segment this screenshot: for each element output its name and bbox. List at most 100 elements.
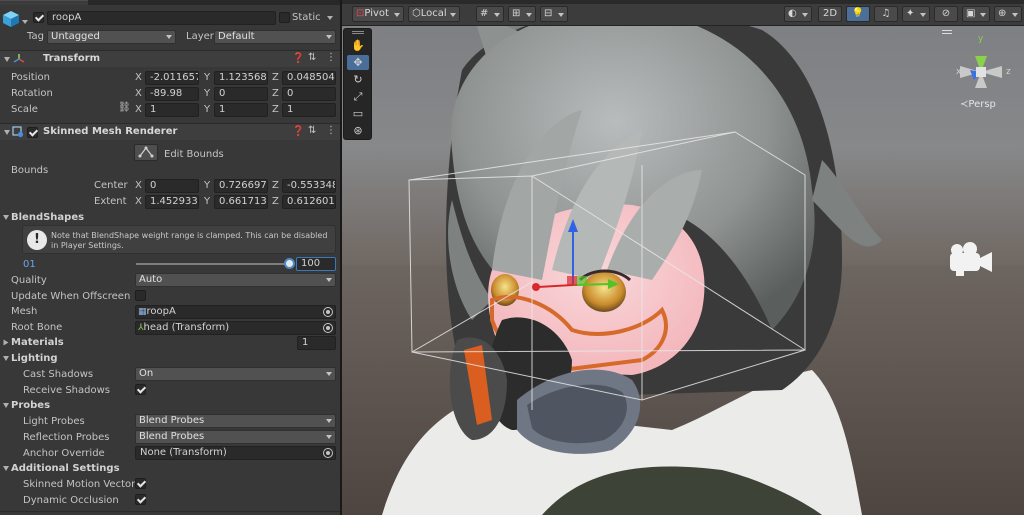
overlay-drag-handle[interactable]: [352, 31, 364, 34]
extent-y-label[interactable]: Y: [204, 196, 210, 207]
presets-icon[interactable]: ⇅: [308, 125, 316, 136]
cast-shadows-dropdown[interactable]: On: [135, 367, 336, 381]
dynamic-occlusion-checkbox[interactable]: [135, 494, 146, 505]
materials-label[interactable]: Materials: [11, 337, 64, 348]
rotate-tool-button[interactable]: ↻: [347, 72, 369, 87]
smr-enabled-checkbox[interactable]: [27, 127, 38, 138]
grid-visibility-button[interactable]: ⊞: [508, 6, 536, 22]
position-x-label[interactable]: X: [135, 72, 142, 83]
help-icon[interactable]: ❓: [292, 126, 304, 137]
persp-label[interactable]: ≺Persp: [960, 99, 996, 110]
position-z-label[interactable]: Z: [272, 72, 279, 83]
root-bone-object-field[interactable]: ⅄head (Transform): [135, 321, 336, 335]
quality-dropdown[interactable]: Auto: [135, 273, 336, 287]
position-x-input[interactable]: -2.011657e: [145, 71, 199, 85]
center-z-label[interactable]: Z: [272, 180, 279, 191]
scale-z-label[interactable]: Z: [272, 104, 279, 115]
reflection-probes-dropdown[interactable]: Blend Probes: [135, 430, 336, 444]
extent-z-label[interactable]: Z: [272, 196, 279, 207]
hand-tool-button[interactable]: ✋: [347, 38, 369, 53]
move-tool-button[interactable]: ✥: [347, 55, 369, 70]
anchor-override-object-field[interactable]: None (Transform): [135, 446, 336, 460]
camera-settings-button[interactable]: ▣: [962, 6, 990, 22]
materials-foldout-icon[interactable]: [3, 339, 9, 346]
gizmo-menu-icon[interactable]: [942, 30, 952, 34]
lighting-foldout-icon[interactable]: [3, 356, 9, 361]
more-menu-icon[interactable]: ⋮: [326, 52, 336, 63]
edit-bounds-button[interactable]: [134, 144, 158, 161]
lighting-label[interactable]: Lighting: [11, 353, 58, 364]
tag-dropdown[interactable]: Untagged: [47, 30, 176, 44]
rotation-x-label[interactable]: X: [135, 88, 142, 99]
active-checkbox[interactable]: [33, 12, 44, 23]
transform-tool-button[interactable]: ⊛: [347, 123, 369, 138]
extent-y-input[interactable]: 0.6617131: [214, 195, 268, 209]
link-icon[interactable]: ⛓: [118, 102, 131, 113]
hidden-objects-toggle[interactable]: ⊘: [934, 6, 958, 22]
light-probes-dropdown[interactable]: Blend Probes: [135, 414, 336, 428]
center-y-label[interactable]: Y: [204, 180, 210, 191]
probes-label[interactable]: Probes: [11, 400, 50, 411]
smr-header[interactable]: Skinned Mesh Renderer ❓ ⇅ ⋮: [0, 123, 340, 140]
audio-toggle[interactable]: ♫: [874, 6, 898, 22]
more-menu-icon[interactable]: ⋮: [326, 125, 336, 136]
rotation-y-label[interactable]: Y: [204, 88, 210, 99]
center-x-input[interactable]: 0: [145, 179, 199, 193]
position-y-input[interactable]: 1.123568: [214, 71, 268, 85]
scale-y-input[interactable]: 1: [214, 103, 268, 117]
probes-foldout-icon[interactable]: [3, 403, 9, 408]
pivot-toggle[interactable]: ⊡Pivot: [352, 6, 404, 22]
layer-dropdown[interactable]: Default: [214, 30, 336, 44]
center-z-input[interactable]: -0.553348: [282, 179, 336, 193]
object-name-input[interactable]: roopA: [47, 11, 276, 25]
rotation-x-input[interactable]: -89.98: [145, 87, 199, 101]
blendshape-value-input[interactable]: 100: [296, 257, 336, 271]
blendshapes-foldout-icon[interactable]: [3, 215, 9, 220]
rect-tool-button[interactable]: ▭: [347, 106, 369, 121]
help-icon[interactable]: ❓: [292, 53, 304, 64]
additional-settings-foldout-icon[interactable]: [3, 466, 9, 471]
position-y-label[interactable]: Y: [204, 72, 210, 83]
blendshape-slider-thumb[interactable]: [284, 258, 295, 269]
effects-toggle[interactable]: ✦: [902, 6, 930, 22]
blendshapes-label[interactable]: BlendShapes: [11, 212, 84, 223]
mesh-object-field[interactable]: ▦roopA: [135, 305, 336, 319]
static-checkbox[interactable]: [279, 12, 290, 23]
scale-x-label[interactable]: X: [135, 104, 142, 115]
shading-mode-button[interactable]: ◐: [784, 6, 812, 22]
extent-x-input[interactable]: 1.452933: [145, 195, 199, 209]
additional-settings-label[interactable]: Additional Settings: [11, 463, 120, 474]
receive-shadows-checkbox[interactable]: [135, 384, 146, 395]
lighting-toggle[interactable]: 💡: [846, 6, 870, 22]
rotation-y-input[interactable]: 0: [214, 87, 268, 101]
object-picker-icon[interactable]: [323, 323, 333, 333]
view-orientation-gizmo[interactable]: y z x ≺Persp: [942, 28, 1020, 116]
gizmos-button[interactable]: ⊕: [994, 6, 1022, 22]
foldout-arrow-icon[interactable]: [4, 57, 10, 62]
static-dropdown-icon[interactable]: [327, 16, 333, 20]
increment-snap-button[interactable]: ⊟: [540, 6, 568, 22]
presets-icon[interactable]: ⇅: [308, 52, 316, 63]
scale-tool-button[interactable]: ⤢: [347, 89, 369, 104]
rotation-z-label[interactable]: Z: [272, 88, 279, 99]
object-picker-icon[interactable]: [323, 448, 333, 458]
grid-snap-button[interactable]: #: [476, 6, 504, 22]
center-y-input[interactable]: 0.7266979: [214, 179, 268, 193]
2d-toggle[interactable]: 2D: [818, 6, 842, 22]
position-z-input[interactable]: 0.0485042: [282, 71, 336, 85]
blendshape-slider-track[interactable]: [136, 263, 290, 265]
extent-x-label[interactable]: X: [135, 196, 142, 207]
scene-view[interactable]: [342, 0, 1024, 515]
scale-z-input[interactable]: 1: [282, 103, 336, 117]
foldout-arrow-icon[interactable]: [4, 130, 10, 135]
cube-dropdown-icon[interactable]: [22, 20, 28, 24]
materials-count-input[interactable]: 1: [297, 336, 336, 350]
extent-z-input[interactable]: 0.612601: [282, 195, 336, 209]
scale-y-label[interactable]: Y: [204, 104, 210, 115]
inspector-tab[interactable]: [0, 0, 88, 5]
skinned-motion-vectors-checkbox[interactable]: [135, 478, 146, 489]
local-toggle[interactable]: ⬡Local: [408, 6, 460, 22]
center-x-label[interactable]: X: [135, 180, 142, 191]
scale-x-input[interactable]: 1: [145, 103, 199, 117]
object-picker-icon[interactable]: [323, 307, 333, 317]
